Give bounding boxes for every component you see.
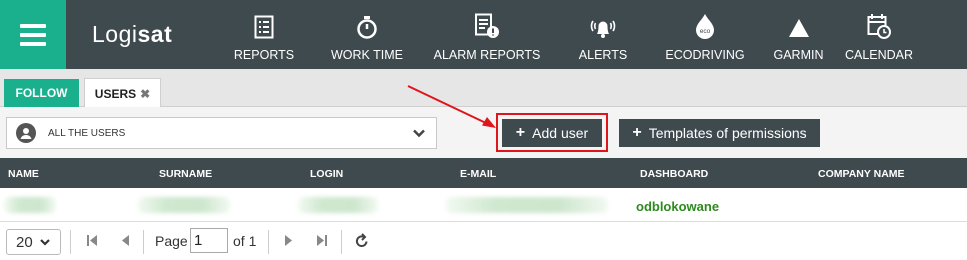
plus-icon: +	[632, 124, 642, 141]
column-header-login[interactable]: LOGIN	[310, 168, 343, 180]
page-count-label: of 1	[233, 233, 257, 249]
pagination-bar: 20 Page of 1	[0, 222, 967, 260]
column-header-company-name[interactable]: COMPANY NAME	[818, 168, 905, 180]
page-size-value: 20	[16, 233, 33, 251]
column-header-dashboard[interactable]: DASHBOARD	[640, 168, 708, 180]
nav-item-calendar[interactable]: CALENDAR	[837, 0, 921, 69]
divider	[268, 230, 269, 254]
nav-item-reports[interactable]: REPORTS	[212, 0, 316, 69]
table-row[interactable]: odblokowane	[0, 188, 967, 222]
column-header-name[interactable]: NAME	[8, 168, 39, 180]
nav-label: ALERTS	[578, 48, 628, 62]
nav-label: ALARM REPORTS	[433, 48, 541, 62]
user-filter-select[interactable]: ALL THE USERS	[6, 117, 437, 149]
reports-icon	[254, 15, 274, 39]
app-root: Logi sat REPORTS WORK TIME ALARM REPORTS …	[0, 0, 967, 260]
last-page-icon[interactable]	[316, 234, 328, 247]
hamburger-menu-button[interactable]	[0, 0, 66, 69]
nav-item-garmin[interactable]: GARMIN	[760, 0, 837, 69]
svg-text:eco: eco	[700, 28, 711, 35]
nav-label: CALENDAR	[844, 48, 914, 62]
redacted-surname	[138, 197, 230, 213]
divider	[70, 230, 71, 254]
page-number-input[interactable]	[190, 228, 228, 253]
column-header-surname[interactable]: SURNAME	[159, 168, 212, 180]
top-bar: Logi sat REPORTS WORK TIME ALARM REPORTS …	[0, 0, 967, 69]
user-filter-value: ALL THE USERS	[48, 127, 126, 139]
alarm-report-icon	[475, 13, 499, 38]
tab-follow[interactable]: FOLLOW	[4, 79, 79, 107]
nav-item-alarm-reports[interactable]: ALARM REPORTS	[418, 0, 556, 69]
calendar-icon	[867, 14, 891, 39]
triangle-icon	[788, 19, 809, 37]
column-header-email[interactable]: E-MAIL	[460, 168, 496, 180]
next-page-icon[interactable]	[284, 234, 294, 247]
red-arrow-annotation	[407, 85, 496, 128]
divider	[143, 230, 144, 254]
templates-label: Templates of permissions	[648, 125, 807, 141]
nav-label: GARMIN	[773, 48, 824, 62]
redacted-name	[4, 197, 56, 213]
refresh-icon[interactable]	[355, 233, 369, 248]
close-icon[interactable]: ✖	[140, 87, 150, 101]
redacted-login	[298, 197, 378, 213]
app-logo[interactable]: Logi sat	[66, 0, 212, 69]
divider	[341, 230, 342, 254]
bell-icon	[590, 20, 616, 38]
nav-item-ecodriving[interactable]: eco ECODRIVING	[650, 0, 760, 69]
templates-of-permissions-button[interactable]: + Templates of permissions	[619, 119, 820, 147]
nav-item-alerts[interactable]: ALERTS	[556, 0, 650, 69]
tab-users-label: USERS	[94, 86, 137, 101]
main-nav: REPORTS WORK TIME ALARM REPORTS ALERTS e…	[212, 0, 967, 69]
add-user-button[interactable]: + Add user	[502, 119, 602, 147]
page-label: Page	[155, 233, 188, 249]
user-circle-icon	[16, 123, 36, 143]
stopwatch-icon	[357, 16, 377, 39]
eco-drop-icon: eco	[696, 14, 714, 39]
nav-label: WORK TIME	[331, 48, 403, 62]
add-user-label: Add user	[532, 125, 589, 141]
dashboard-status: odblokowane	[636, 199, 720, 214]
tab-users[interactable]: USERS ✖	[84, 78, 161, 108]
previous-page-icon[interactable]	[120, 234, 130, 247]
page-size-select[interactable]: 20	[6, 229, 61, 255]
first-page-icon[interactable]	[86, 234, 98, 247]
redacted-email	[446, 197, 608, 213]
nav-item-work-time[interactable]: WORK TIME	[316, 0, 418, 69]
table-header: NAME SURNAME LOGIN E-MAIL DASHBOARD COMP…	[0, 158, 967, 188]
chevron-down-icon	[39, 239, 50, 246]
nav-label: ECODRIVING	[665, 48, 745, 62]
nav-label: REPORTS	[233, 48, 295, 62]
plus-icon: +	[515, 124, 526, 141]
